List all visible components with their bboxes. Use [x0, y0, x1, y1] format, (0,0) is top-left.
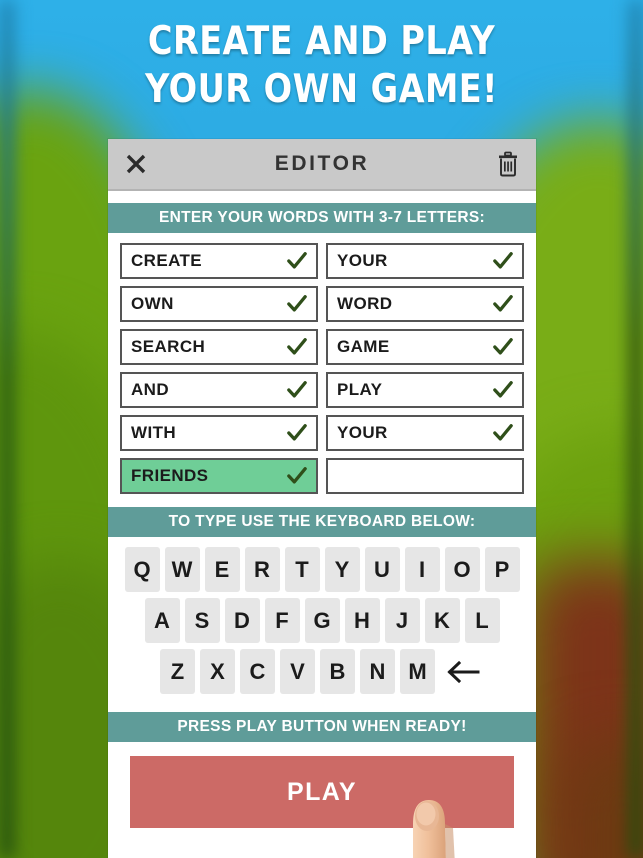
- key-w[interactable]: W: [164, 547, 200, 592]
- key-r[interactable]: R: [244, 547, 280, 592]
- checkmark-icon: [287, 295, 307, 312]
- key-j[interactable]: J: [384, 598, 420, 643]
- backspace-arrow-icon: [447, 660, 480, 683]
- close-x-icon: [126, 154, 146, 174]
- headline-line-1: CREATE AND PLAY: [147, 19, 496, 64]
- word-entry-grid: CREATE YOUR OWN WORD SEARCH GAME AND PLA…: [108, 233, 536, 507]
- word-cell-right[interactable]: YOUR: [326, 415, 524, 451]
- key-o[interactable]: O: [444, 547, 480, 592]
- key-c[interactable]: C: [240, 649, 275, 694]
- word-text: AND: [131, 380, 170, 399]
- play-button-area: PLAY: [108, 742, 536, 828]
- editor-panel: EDITOR ENTER YOUR WORDS WITH 3-7 LETTERS…: [108, 139, 536, 858]
- headline-line-2: YOUR OWN GAME!: [145, 67, 498, 112]
- key-z[interactable]: Z: [160, 649, 195, 694]
- word-cell-left[interactable]: WITH: [120, 415, 318, 451]
- checkmark-icon: [493, 252, 513, 269]
- checkmark-icon: [493, 424, 513, 441]
- header-spacer: [108, 191, 536, 203]
- key-y[interactable]: Y: [324, 547, 360, 592]
- checkmark-icon: [287, 467, 307, 484]
- promo-headline: CREATE AND PLAY YOUR OWN GAME!: [0, 0, 643, 114]
- key-k[interactable]: K: [424, 598, 460, 643]
- key-d[interactable]: D: [224, 598, 260, 643]
- word-cell-left-active[interactable]: FRIENDS: [120, 458, 318, 494]
- key-s[interactable]: S: [184, 598, 220, 643]
- word-text: YOUR: [337, 251, 388, 270]
- checkmark-icon: [493, 338, 513, 355]
- backspace-key[interactable]: [442, 649, 484, 694]
- key-m[interactable]: M: [400, 649, 435, 694]
- checkmark-icon: [493, 295, 513, 312]
- word-text: PLAY: [337, 380, 383, 399]
- word-text: SEARCH: [131, 337, 206, 356]
- word-row: CREATE YOUR: [120, 243, 524, 279]
- key-b[interactable]: B: [320, 649, 355, 694]
- key-l[interactable]: L: [464, 598, 500, 643]
- key-u[interactable]: U: [364, 547, 400, 592]
- word-row: FRIENDS: [120, 458, 524, 494]
- play-button[interactable]: PLAY: [130, 756, 514, 828]
- checkmark-icon: [287, 381, 307, 398]
- word-row: SEARCH GAME: [120, 329, 524, 365]
- right-edge-vignette: [629, 0, 643, 858]
- key-q[interactable]: Q: [124, 547, 160, 592]
- word-row: AND PLAY: [120, 372, 524, 408]
- on-screen-keyboard: Q W E R T Y U I O P A S D F G H J K L Z …: [108, 537, 536, 712]
- close-button[interactable]: [108, 139, 164, 190]
- word-row: OWN WORD: [120, 286, 524, 322]
- word-cell-right[interactable]: WORD: [326, 286, 524, 322]
- key-f[interactable]: F: [264, 598, 300, 643]
- word-text: FRIENDS: [131, 466, 209, 485]
- words-instruction-banner: ENTER YOUR WORDS WITH 3-7 LETTERS:: [108, 203, 536, 233]
- play-instruction-banner: PRESS PLAY BUTTON WHEN READY!: [108, 712, 536, 742]
- key-v[interactable]: V: [280, 649, 315, 694]
- left-edge-vignette: [0, 0, 14, 858]
- key-n[interactable]: N: [360, 649, 395, 694]
- word-cell-right[interactable]: PLAY: [326, 372, 524, 408]
- checkmark-icon: [287, 338, 307, 355]
- word-cell-left[interactable]: OWN: [120, 286, 318, 322]
- key-p[interactable]: P: [484, 547, 520, 592]
- key-x[interactable]: X: [200, 649, 235, 694]
- word-text: OWN: [131, 294, 174, 313]
- word-cell-right[interactable]: GAME: [326, 329, 524, 365]
- key-i[interactable]: I: [404, 547, 440, 592]
- keyboard-row-1: Q W E R T Y U I O P: [108, 547, 536, 592]
- checkmark-icon: [287, 424, 307, 441]
- word-cell-left[interactable]: AND: [120, 372, 318, 408]
- editor-header: EDITOR: [108, 139, 536, 191]
- trash-icon: [499, 151, 517, 177]
- key-h[interactable]: H: [344, 598, 380, 643]
- word-text: CREATE: [131, 251, 203, 270]
- checkmark-icon: [287, 252, 307, 269]
- checkmark-icon: [493, 381, 513, 398]
- key-e[interactable]: E: [204, 547, 240, 592]
- key-g[interactable]: G: [304, 598, 340, 643]
- keyboard-row-2: A S D F G H J K L: [108, 598, 536, 643]
- key-t[interactable]: T: [284, 547, 320, 592]
- word-row: WITH YOUR: [120, 415, 524, 451]
- page-title: EDITOR: [274, 152, 370, 175]
- word-text: YOUR: [337, 423, 388, 442]
- keyboard-instruction-banner: TO TYPE USE THE KEYBOARD BELOW:: [108, 507, 536, 537]
- key-a[interactable]: A: [144, 598, 180, 643]
- word-cell-left[interactable]: SEARCH: [120, 329, 318, 365]
- delete-all-button[interactable]: [480, 139, 536, 190]
- word-cell-right-empty[interactable]: [326, 458, 524, 494]
- word-text: GAME: [337, 337, 390, 356]
- keyboard-row-3: Z X C V B N M: [108, 649, 536, 694]
- word-cell-left[interactable]: CREATE: [120, 243, 318, 279]
- word-cell-right[interactable]: YOUR: [326, 243, 524, 279]
- word-text: WITH: [131, 423, 177, 442]
- word-text: WORD: [337, 294, 393, 313]
